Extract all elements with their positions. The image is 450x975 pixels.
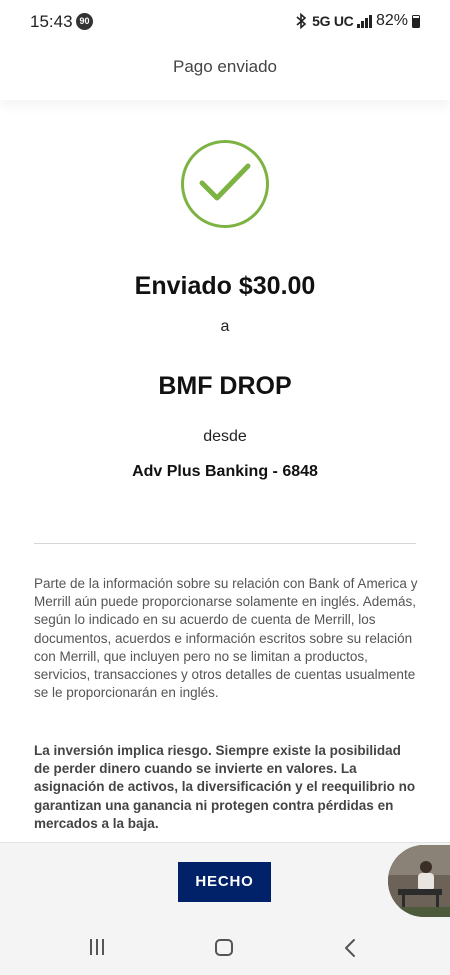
recents-icon[interactable] xyxy=(90,939,104,955)
avatar-image xyxy=(388,845,450,917)
done-button[interactable]: HECHO xyxy=(178,862,271,902)
status-indicators: 5G UC 82% xyxy=(294,12,420,30)
system-nav-bar xyxy=(0,931,450,971)
investment-risk-disclaimer: La inversión implica riesgo. Siempre exi… xyxy=(34,743,416,831)
sent-amount: Enviado $30.00 xyxy=(134,272,316,300)
divider xyxy=(34,543,416,544)
recipient-name: BMF DROP xyxy=(158,372,292,400)
status-time: 15:43 xyxy=(30,12,73,31)
from-label: desde xyxy=(203,428,247,445)
checkmark-icon xyxy=(199,163,251,201)
to-label: a xyxy=(220,318,230,335)
status-bar: 15:43 90 5G UC 82% xyxy=(0,0,450,44)
bluetooth-icon xyxy=(296,12,307,30)
signal-icon xyxy=(357,14,372,28)
page-header: Pago enviado xyxy=(0,44,450,100)
battery-level: 82% xyxy=(375,12,408,29)
page-title: Pago enviado xyxy=(173,57,277,76)
network-label: 5G UC xyxy=(312,13,354,29)
back-icon[interactable] xyxy=(343,938,357,958)
home-icon[interactable] xyxy=(215,939,233,956)
floating-chat-avatar[interactable] xyxy=(388,845,450,917)
footer: HECHO xyxy=(0,842,450,975)
notification-count-badge: 90 xyxy=(76,13,93,30)
source-account: Adv Plus Banking - 6848 xyxy=(132,463,318,480)
battery-icon xyxy=(412,14,420,28)
check-circle-icon xyxy=(181,140,269,228)
language-disclaimer: Parte de la información sobre su relació… xyxy=(34,576,418,701)
